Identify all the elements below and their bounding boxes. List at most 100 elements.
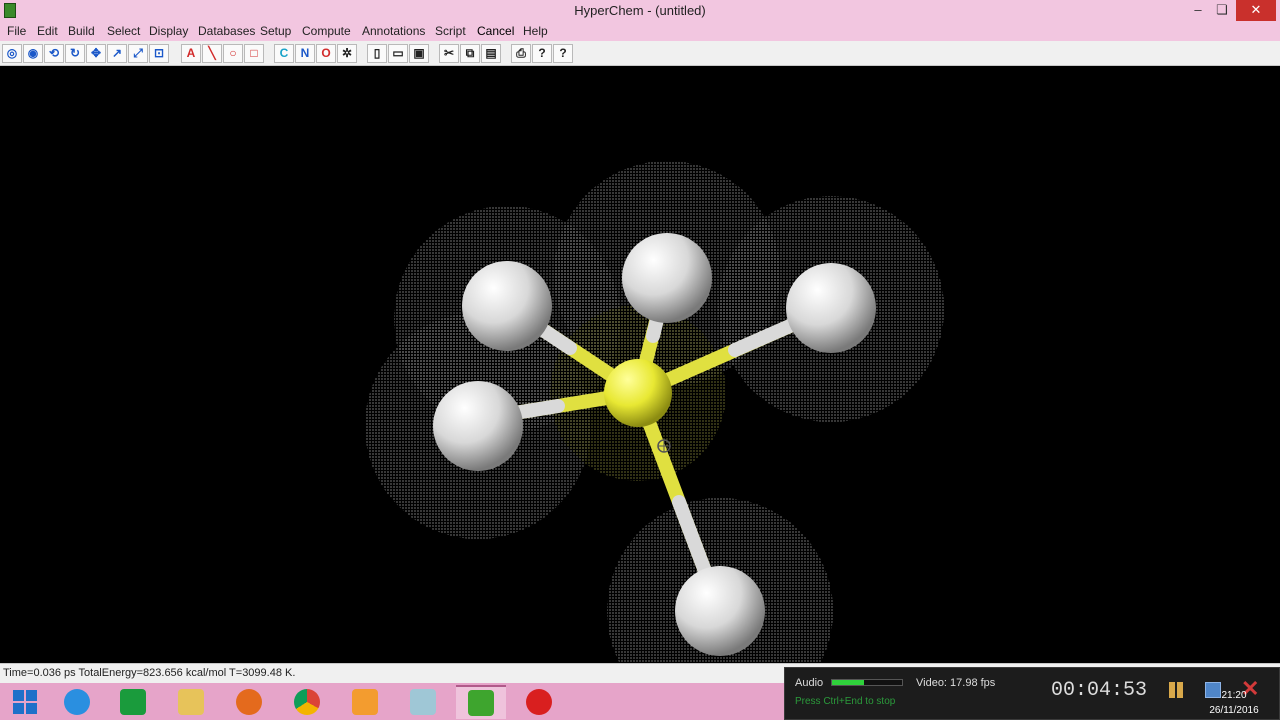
hydrogen-atom — [462, 261, 552, 351]
menu-cancel[interactable]: Cancel — [477, 24, 514, 38]
line-annotation-button[interactable]: ╲ — [202, 44, 222, 63]
zoom-icon: ⤢ — [133, 46, 143, 60]
app-icon — [410, 689, 436, 715]
window-title: HyperChem - (untitled) — [574, 3, 706, 18]
audio-label: Audio — [795, 677, 824, 689]
menu-script[interactable]: Script — [435, 24, 466, 38]
translate-z-button[interactable]: ↗ — [107, 44, 127, 63]
oxygen-label: O — [321, 46, 331, 60]
menu-display[interactable]: Display — [149, 24, 188, 38]
scissors-icon: ✂ — [443, 46, 455, 60]
paste-icon: ▤ — [485, 46, 497, 60]
silicon-atom — [604, 359, 672, 427]
taskbar-firefox[interactable] — [224, 685, 274, 719]
stop-hint: Press Ctrl+End to stop — [795, 696, 896, 707]
ellipse-annotation-button[interactable]: ○ — [223, 44, 243, 63]
rotate-xy-button[interactable]: ⟲ — [44, 44, 64, 63]
print-button[interactable]: ⎙ — [511, 44, 531, 63]
title-bar: HyperChem - (untitled) – ❏ ✕ — [0, 0, 1280, 21]
cursor-target-icon — [657, 439, 671, 453]
hydrogen-atom — [433, 381, 523, 471]
menu-file[interactable]: File — [7, 24, 26, 38]
draw-tool-button[interactable]: ◎ — [2, 44, 22, 63]
taskbar-store[interactable] — [108, 685, 158, 719]
text-annotation-button[interactable]: A — [181, 44, 201, 63]
move-icon: ✥ — [90, 46, 102, 60]
atom-icon: ✲ — [341, 46, 353, 60]
line-icon: ╲ — [208, 46, 216, 60]
toolbar: ◎ ◉ ⟲ ↻ ✥ ↗ ⤢ ⊡ A ╲ ○ □ C N O ✲ ▯ ▭ ▣ ✂ … — [0, 41, 1280, 66]
taskbar-ie[interactable] — [52, 685, 102, 719]
folder-icon: ▭ — [392, 46, 404, 60]
printer-icon: ⎙ — [516, 46, 526, 60]
nitrogen-button[interactable]: N — [295, 44, 315, 63]
cut-button[interactable]: ✂ — [439, 44, 459, 63]
menu-select[interactable]: Select — [107, 24, 140, 38]
select-tool-button[interactable]: ◉ — [23, 44, 43, 63]
store-icon — [120, 689, 146, 715]
oxygen-button[interactable]: O — [316, 44, 336, 63]
menu-annotations[interactable]: Annotations — [362, 24, 425, 38]
rectangle-icon: □ — [250, 46, 258, 60]
menu-setup[interactable]: Setup — [260, 24, 291, 38]
uc-browser-icon — [352, 689, 378, 715]
context-help-label: ? — [559, 46, 567, 60]
chrome-icon — [294, 689, 320, 715]
start-button[interactable] — [0, 685, 50, 719]
pause-icon[interactable] — [1169, 682, 1185, 698]
taskbar-recorder[interactable] — [514, 685, 564, 719]
taskbar-app[interactable] — [398, 685, 448, 719]
system-clock[interactable]: 21:20 26/11/2016 — [1204, 688, 1264, 718]
taskbar-hyperchem[interactable] — [456, 685, 506, 719]
copy-button[interactable]: ⧉ — [460, 44, 480, 63]
molecule-viewport[interactable] — [0, 66, 1280, 663]
zoom-button[interactable]: ⤢ — [128, 44, 148, 63]
taskbar-explorer[interactable] — [166, 685, 216, 719]
close-button[interactable]: ✕ — [1236, 0, 1276, 21]
periodic-table-button[interactable]: ✲ — [337, 44, 357, 63]
rotate-z-icon: ↻ — [69, 46, 81, 60]
elapsed-time: 00:04:53 — [1051, 679, 1148, 702]
clock-time: 21:20 — [1221, 690, 1247, 701]
ellipse-icon: ○ — [229, 46, 237, 60]
arrow-icon: ↗ — [111, 46, 123, 60]
video-fps: Video: 17.98 fps — [916, 677, 996, 689]
rotate-icon: ⟲ — [48, 46, 60, 60]
clip-button[interactable]: ⊡ — [149, 44, 169, 63]
menu-compute[interactable]: Compute — [302, 24, 351, 38]
menu-edit[interactable]: Edit — [37, 24, 58, 38]
menu-build[interactable]: Build — [68, 24, 95, 38]
paste-button[interactable]: ▤ — [481, 44, 501, 63]
help-button[interactable]: ? — [532, 44, 552, 63]
rotate-z-button[interactable]: ↻ — [65, 44, 85, 63]
hyperchem-icon — [468, 690, 494, 716]
hydrogen-atom — [675, 566, 765, 656]
carbon-button[interactable]: C — [274, 44, 294, 63]
menu-help[interactable]: Help — [523, 24, 548, 38]
translate-xy-button[interactable]: ✥ — [86, 44, 106, 63]
open-file-button[interactable]: ▭ — [388, 44, 408, 63]
hydrogen-atom — [786, 263, 876, 353]
nitrogen-label: N — [300, 46, 310, 60]
target-icon: ◎ — [6, 46, 18, 60]
clock-date: 26/11/2016 — [1209, 705, 1259, 716]
maximize-button[interactable]: ❏ — [1208, 0, 1236, 21]
save-file-button[interactable]: ▣ — [409, 44, 429, 63]
carbon-label: C — [279, 46, 289, 60]
audio-meter — [831, 679, 903, 686]
new-file-button[interactable]: ▯ — [367, 44, 387, 63]
rectangle-annotation-button[interactable]: □ — [244, 44, 264, 63]
hydrogen-atom — [622, 233, 712, 323]
clip-icon: ⊡ — [153, 46, 165, 60]
recorder-icon — [526, 689, 552, 715]
copy-icon: ⧉ — [465, 46, 475, 60]
taskbar-uc-browser[interactable] — [340, 685, 390, 719]
new-file-icon: ▯ — [373, 46, 381, 60]
context-help-button[interactable]: ? — [553, 44, 573, 63]
menu-databases[interactable]: Databases — [198, 24, 255, 38]
taskbar-chrome[interactable] — [282, 685, 332, 719]
firefox-icon — [236, 689, 262, 715]
simulation-status: Time=0.036 ps TotalEnergy=823.656 kcal/m… — [3, 667, 296, 679]
save-icon: ▣ — [413, 46, 425, 60]
text-annotation-label: A — [186, 46, 196, 60]
